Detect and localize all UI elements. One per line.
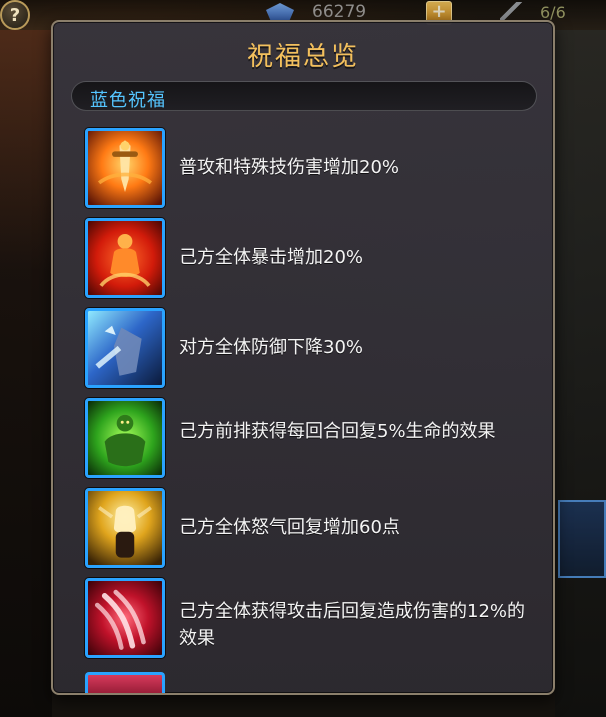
blessing-description: 己方全体怒气回复增加60点 — [179, 517, 400, 538]
green-giant-icon — [85, 398, 165, 478]
shield-break-icon — [85, 308, 165, 388]
blessing-list: 普攻和特殊技伤害增加20% 己方全体暴击增加20% 对方全体防御下降30% 己方… — [85, 128, 537, 668]
claw-slash-icon — [85, 578, 165, 658]
blessing-item: 普攻和特殊技伤害增加20% — [85, 128, 537, 218]
sword-icon — [85, 128, 165, 208]
section-label: 蓝色祝福 — [90, 90, 166, 111]
modal-title: 祝福总览 — [246, 42, 359, 72]
gem-count: 66279 — [312, 2, 367, 22]
blessing-description: 己方全体获得攻击后回复造成伤害的12%的效果 — [179, 601, 526, 649]
next-blessing-icon — [85, 672, 165, 693]
blessing-item: 己方全体获得攻击后回复造成伤害的12%的效果 — [85, 578, 537, 668]
game-screen: ? 66279 + 6/6 祝福总览 蓝色祝福 普攻和特殊技伤害增加20% 己方… — [0, 0, 606, 717]
background-left-panel — [0, 30, 52, 717]
section-header-blue-blessing: 蓝色祝福 — [71, 81, 537, 111]
blessing-description: 己方全体暴击增加20% — [179, 247, 364, 268]
flame-body-icon — [85, 218, 165, 298]
blessing-description: 己方前排获得每回合回复5%生命的效果 — [179, 421, 496, 442]
blessing-item: 己方前排获得每回合回复5%生命的效果 — [85, 398, 537, 488]
blessing-description: 对方全体防御下降30% — [179, 337, 364, 358]
fist-icon — [85, 488, 165, 568]
blessing-overview-modal: 祝福总览 蓝色祝福 普攻和特殊技伤害增加20% 己方全体暴击增加20% 对方全体… — [51, 20, 555, 695]
blessing-item: 对方全体防御下降30% — [85, 308, 537, 398]
sword-icon — [500, 2, 526, 22]
background-card — [558, 500, 606, 578]
blessing-description: 普攻和特殊技伤害增加20% — [179, 157, 400, 178]
help-icon[interactable]: ? — [0, 0, 30, 30]
blessing-item: 己方全体暴击增加20% — [85, 218, 537, 308]
blessing-item: 己方全体怒气回复增加60点 — [85, 488, 537, 578]
background-right-panel — [555, 30, 606, 717]
